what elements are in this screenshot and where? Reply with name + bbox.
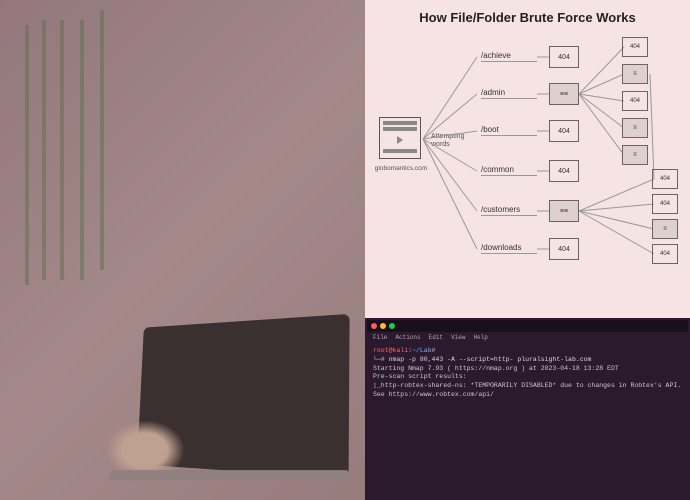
result-achieve: 404 bbox=[549, 46, 579, 68]
plant-decoration bbox=[60, 20, 64, 280]
endpoint-b2: 404 bbox=[652, 194, 678, 214]
target-server-icon bbox=[379, 117, 421, 159]
endpoint-b3: ≡ bbox=[652, 219, 678, 239]
result-boot: 404 bbox=[549, 120, 579, 142]
endpoint-a2: ≡ bbox=[622, 64, 648, 84]
diagram-title: How File/Folder Brute Force Works bbox=[371, 10, 684, 25]
path-downloads: /downloads bbox=[481, 243, 537, 254]
target-server-label: globomantics.com bbox=[371, 165, 431, 172]
path-common: /common bbox=[481, 165, 537, 176]
terminal-window[interactable]: File Actions Edit View Help root@kali:~/… bbox=[365, 318, 690, 500]
result-admin: ≡≡ bbox=[549, 83, 579, 105]
path-boot: /boot bbox=[481, 125, 537, 136]
listing-icon: ≡≡ bbox=[560, 91, 568, 98]
hands-typing bbox=[105, 420, 185, 480]
output-starting: Starting Nmap 7.93 ( https://nmap.org ) … bbox=[373, 365, 619, 372]
result-downloads: 404 bbox=[549, 238, 579, 260]
endpoint-a4: ≡ bbox=[622, 118, 648, 138]
close-icon[interactable] bbox=[371, 323, 377, 329]
menu-edit[interactable]: Edit bbox=[429, 334, 443, 341]
attempting-label: Attempting words bbox=[431, 133, 475, 150]
endpoint-b1: 404 bbox=[652, 169, 678, 189]
diagram-body: globomantics.com Attempting words bbox=[371, 39, 684, 299]
terminal-titlebar bbox=[367, 320, 688, 332]
output-prescan: Pre-scan script results: bbox=[373, 373, 467, 380]
brute-force-diagram: How File/Folder Brute Force Works globom… bbox=[365, 0, 690, 318]
endpoint-b4: 404 bbox=[652, 244, 678, 264]
prompt-user: root@kali bbox=[373, 347, 408, 354]
path-customers: /customers bbox=[481, 205, 537, 216]
listing-icon: ≡≡ bbox=[560, 208, 568, 215]
endpoint-a1: 404 bbox=[622, 37, 648, 57]
path-admin: /admin bbox=[481, 88, 537, 99]
endpoint-a3: 404 bbox=[622, 91, 648, 111]
menu-view[interactable]: View bbox=[451, 334, 465, 341]
result-common: 404 bbox=[549, 160, 579, 182]
terminal-body[interactable]: root@kali:~/Lab# └─# nmap -p 80,443 -A -… bbox=[367, 343, 688, 412]
result-customers: ≡≡ bbox=[549, 200, 579, 222]
minimize-icon[interactable] bbox=[380, 323, 386, 329]
menu-file[interactable]: File bbox=[373, 334, 387, 341]
output-disabled: |_http-robtex-shared-ns: *TEMPORARILY DI… bbox=[373, 382, 685, 398]
menu-actions[interactable]: Actions bbox=[395, 334, 420, 341]
maximize-icon[interactable] bbox=[389, 323, 395, 329]
endpoint-a5: ≡ bbox=[622, 145, 648, 165]
path-achieve: /achieve bbox=[481, 51, 537, 62]
prompt-path: ~/Lab bbox=[412, 347, 432, 354]
stock-photo-laptop bbox=[0, 0, 365, 500]
menu-help[interactable]: Help bbox=[473, 334, 487, 341]
command-line: nmap -p 80,443 -A --script=http- plurals… bbox=[389, 356, 592, 363]
terminal-menubar: File Actions Edit View Help bbox=[367, 332, 688, 343]
